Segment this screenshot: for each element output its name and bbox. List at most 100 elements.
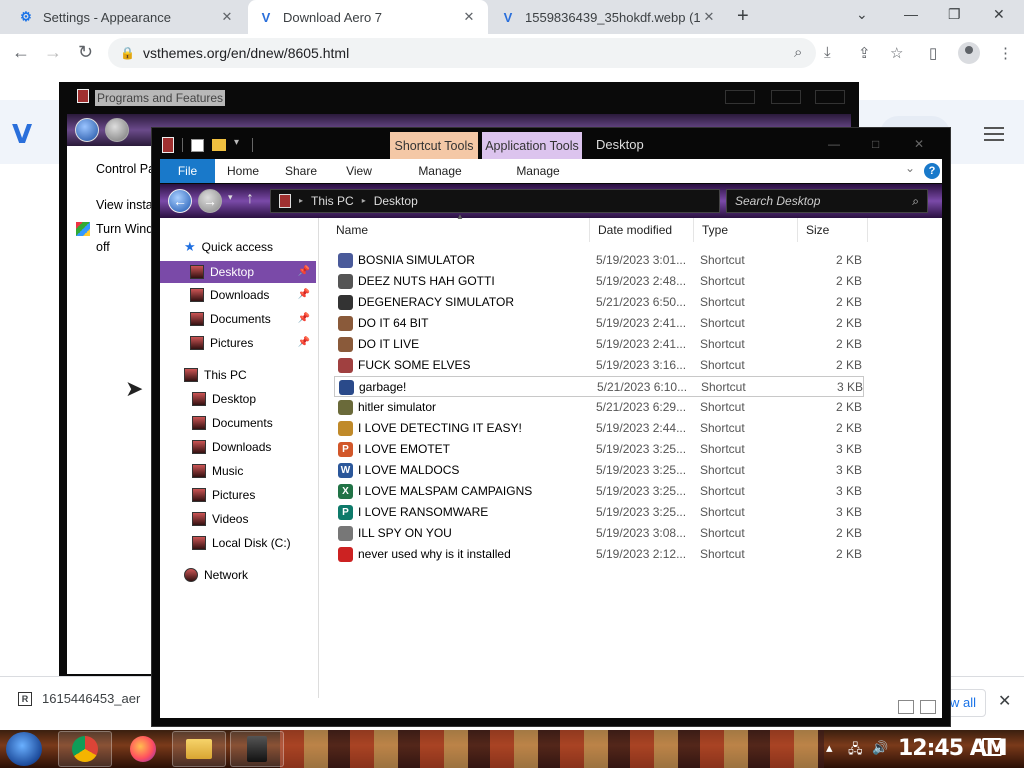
hamburger-menu-icon[interactable] [984,127,1004,141]
breadcrumb[interactable]: ▸ This PC ▸ Desktop [270,189,720,213]
close-icon[interactable]: ✕ [998,691,1011,711]
forward-arrow-icon[interactable]: → [44,42,62,63]
forward-arrow-icon[interactable]: → [198,189,222,213]
column-header-date[interactable]: Date modified [590,218,694,242]
start-button[interactable] [6,732,42,766]
back-arrow-icon[interactable]: ← [12,42,30,63]
close-icon[interactable]: ✕ [218,9,236,25]
file-row[interactable]: DO IT 64 BIT 5/19/2023 2:41... Shortcut 2 K… [334,313,864,334]
vsthemes-logo-icon[interactable]: V [12,120,32,150]
minimize-button[interactable]: — [904,6,918,22]
sidebar-icon[interactable]: ▯ [929,44,937,62]
volume-icon[interactable]: 🔊 [872,740,888,756]
profile-avatar[interactable] [958,42,980,64]
tab-share[interactable]: Share [278,159,324,183]
file-row[interactable]: P I LOVE EMOTET 5/19/2023 3:25... Shortcut 3… [334,439,864,460]
search-input[interactable]: Search Desktop ⌕ [726,189,928,213]
pin-icon[interactable]: 📌 [298,261,310,283]
file-row[interactable]: DEGENERACY SIMULATOR 5/21/2023 6:50... Sho… [334,292,864,313]
tab-manage-shortcut[interactable]: Manage [396,159,484,183]
chevron-down-icon[interactable]: ⌄ [905,161,915,175]
close-window-button[interactable]: ✕ [914,137,924,151]
chevron-down-icon[interactable]: ▾ [234,137,244,153]
new-tab-button[interactable]: + [737,5,749,28]
back-arrow-icon[interactable]: ← [168,189,192,213]
taskbar-chrome[interactable] [58,731,112,767]
checkbox-icon[interactable] [191,138,204,152]
file-row[interactable]: FUCK SOME ELVES 5/19/2023 3:16... Shortcut… [334,355,864,376]
search-icon[interactable]: ⌕ [912,190,919,212]
tab-manage-application[interactable]: Manage [488,159,588,183]
column-header-size[interactable]: Size [798,218,868,242]
install-app-icon[interactable]: ⤓ [824,44,831,61]
sidebar-item-this-pc[interactable]: This PC [184,364,314,386]
close-window-button[interactable]: ✕ [993,6,1005,23]
sidebar-item-pc-documents[interactable]: Documents [192,412,312,434]
large-icons-view-icon[interactable] [920,700,936,714]
action-center-icon[interactable] [982,738,1002,756]
close-window-button[interactable] [815,90,845,104]
help-icon[interactable]: ? [924,163,940,179]
sidebar-item-pc-downloads[interactable]: Downloads [192,436,312,458]
file-row[interactable]: W I LOVE MALDOCS 5/19/2023 3:25... Shortcut… [334,460,864,481]
turn-windows-features-link-cont[interactable]: off [96,240,110,254]
view-installed-updates-link[interactable]: View insta [96,198,153,212]
chevron-down-icon[interactable]: ▾ [228,192,233,203]
search-icon[interactable]: ⌕ [794,44,802,61]
restore-button[interactable]: ❐ [948,6,961,23]
sidebar-item-pc-pictures[interactable]: Pictures [192,484,312,506]
sidebar-item-local-disk[interactable]: Local Disk (C:) [192,532,312,554]
maximize-button[interactable] [771,90,801,104]
file-row[interactable]: hitler simulator 5/21/2023 6:29... Shortcu… [334,397,864,418]
column-header-type[interactable]: Type [694,218,798,242]
pin-icon[interactable]: 📌 [298,284,310,306]
sidebar-item-desktop[interactable]: Desktop 📌 [160,261,316,283]
turn-windows-features-link[interactable]: Turn Wind [96,222,153,236]
address-bar[interactable]: 🔒 vsthemes.org/en/dnew/8605.html [108,38,816,68]
file-row[interactable]: P I LOVE RANSOMWARE 5/19/2023 3:25... Short… [334,502,864,523]
pin-icon[interactable]: 📌 [298,332,310,354]
breadcrumb-item[interactable]: Desktop [374,190,418,212]
sidebar-item-network[interactable]: Network [184,564,314,586]
sidebar-item-pc-music[interactable]: Music [192,460,312,482]
tab-home[interactable]: Home [220,159,266,183]
menu-kebab-icon[interactable]: ⋮ [998,44,1013,62]
sidebar-item-downloads[interactable]: Downloads 📌 [160,284,316,306]
up-arrow-icon[interactable]: ↑ [246,190,254,208]
details-view-icon[interactable] [898,700,914,714]
file-row[interactable]: never used why is it installed 5/19/2023 … [334,544,864,565]
sidebar-item-pc-videos[interactable]: Videos [192,508,312,530]
tab-settings[interactable]: ⚙ Settings - Appearance ✕ [8,0,246,34]
forward-arrow-icon[interactable] [105,118,129,142]
chevron-down-icon[interactable]: ⌄ [856,6,868,23]
share-icon[interactable]: ⇪ [858,44,871,62]
sidebar-item-quick-access[interactable]: ★ Quick access [184,236,314,258]
taskbar-control-panel[interactable] [230,731,284,767]
tab-download-aero[interactable]: V Download Aero 7 ✕ [248,0,488,34]
control-panel-home-link[interactable]: Control Pa [96,162,155,176]
file-row[interactable]: DO IT LIVE 5/19/2023 2:41... Shortcut 2 KB [334,334,864,355]
show-hidden-icons-icon[interactable]: ▴ [826,740,833,756]
taskbar-firefox[interactable] [116,731,170,767]
sidebar-item-pc-desktop[interactable]: Desktop [192,388,312,410]
reload-icon[interactable]: ↻ [78,42,93,63]
breadcrumb-item[interactable]: This PC [311,190,354,212]
minimize-button[interactable]: — [828,137,840,151]
application-tools-tab[interactable]: Application Tools [482,132,582,160]
pin-icon[interactable]: 📌 [298,308,310,330]
file-explorer-window[interactable]: ▾ Shortcut Tools Application Tools Deskt… [151,127,951,727]
folder-icon[interactable] [212,139,226,151]
taskbar-file-explorer[interactable] [172,731,226,767]
download-item[interactable]: R 1615446453_aer [18,691,140,706]
close-icon[interactable]: ✕ [460,9,478,25]
shortcut-tools-tab[interactable]: Shortcut Tools [390,132,478,160]
file-row[interactable]: X I LOVE MALSPAM CAMPAIGNS 5/19/2023 3:25.… [334,481,864,502]
sidebar-item-pictures[interactable]: Pictures 📌 [160,332,316,354]
tab-image[interactable]: V 1559836439_35hokdf.webp (1( ✕ [490,0,728,34]
column-header-name[interactable]: Name [328,218,590,242]
tab-view[interactable]: View [336,159,382,183]
file-row[interactable]: DEEZ NUTS HAH GOTTI 5/19/2023 2:48... Shor… [334,271,864,292]
star-icon[interactable]: ☆ [890,44,903,62]
minimize-button[interactable] [725,90,755,104]
maximize-button[interactable]: □ [872,137,879,151]
